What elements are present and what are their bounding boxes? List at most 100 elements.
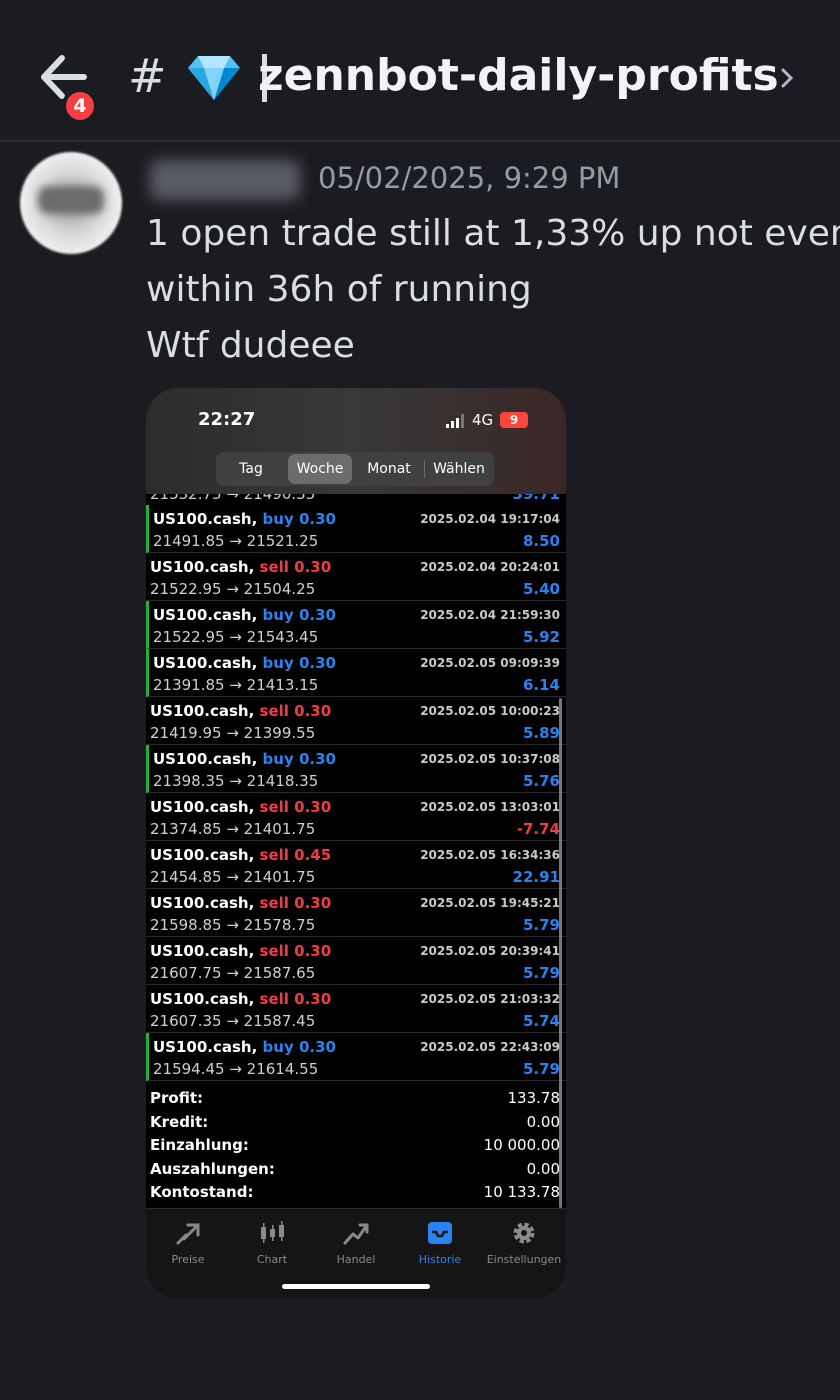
home-indicator[interactable] [282,1284,430,1289]
trade-profit: -7.74 [516,820,560,838]
trade-prices: 21454.85 → 21401.75 [150,868,316,886]
trade-symbol: US100.cash, sell 0.45 [150,846,332,864]
trade-symbol: US100.cash, buy 0.30 [153,510,336,528]
summary-value: 133.78 [507,1089,561,1107]
author-name-redacted[interactable] [150,160,300,200]
scrollbar[interactable] [559,698,562,1208]
trade-symbol: US100.cash, buy 0.30 [153,654,336,672]
inbox-icon [428,1222,452,1244]
summary-value: 0.00 [526,1112,560,1131]
trade-row[interactable]: US100.cash, sell 0.30 21598.85 → 21578.75… [146,889,566,937]
trade-row[interactable]: US100.cash, buy 0.30 21522.95 → 21543.45 2… [146,601,566,649]
trade-volume: 0.30 [294,894,332,912]
tab-handel[interactable]: Handel [314,1215,398,1275]
trade-row[interactable]: US100.cash, buy 0.30 21398.35 → 21418.35 2… [146,745,566,793]
candlestick-icon [261,1221,284,1243]
message-line-3: Wtf dudeee [146,325,355,366]
trade-date: 2025.02.05 13:03:01 [420,800,560,814]
trade-volume: 0.30 [298,750,336,768]
trade-volume: 0.45 [294,846,332,864]
trade-side: sell [259,702,289,720]
tab-einstellungen[interactable]: Einstellungen [482,1215,566,1275]
trade-profit: 5.74 [522,1012,560,1030]
trade-profit: 5.76 [522,772,560,790]
summary-label: Einzahlung: [150,1136,249,1154]
trade-side: sell [259,942,289,960]
summary-value: 0.00 [526,1159,560,1178]
segment-woche[interactable]: Woche [288,454,352,484]
trade-side: buy [262,606,294,624]
trade-side: sell [259,846,289,864]
trade-date: 2025.02.04 21:59:30 [420,608,560,622]
trade-row[interactable]: US100.cash, sell 0.30 21374.85 → 21401.75… [146,793,566,841]
segment-waehlen[interactable]: Wählen [426,454,492,484]
tab-preise[interactable]: Preise [146,1215,230,1275]
trade-symbol: US100.cash, sell 0.30 [150,894,332,912]
trade-row[interactable]: US100.cash, buy 0.30 21391.85 → 21413.15 2… [146,649,566,697]
channel-header: 4 # zennbot-daily-profits [0,0,840,142]
message-line-1: 1 open trade still at 1,33% up not even [146,213,840,254]
trade-symbol: US100.cash, buy 0.30 [153,1038,336,1056]
summary-label: Auszahlungen: [150,1159,275,1178]
segment-tag[interactable]: Tag [220,454,282,484]
trade-side: buy [262,510,294,528]
summary-label: Kontostand: [150,1183,254,1201]
trade-volume: 0.30 [298,1038,336,1056]
trade-prices: 21607.75 → 21587.65 [150,964,316,982]
trade-row[interactable]: US100.cash, sell 0.30 21522.95 → 21504.25… [146,553,566,601]
status-time: 22:27 [198,409,256,430]
trade-prices: 21522.95 → 21543.45 [153,628,319,646]
trade-prices: 21374.85 → 21401.75 [150,820,316,838]
tab-chart[interactable]: Chart [230,1215,314,1275]
trade-volume: 0.30 [294,798,332,816]
trade-history-list: US100.cash, buy 0.30 21491.85 → 21521.25 2… [146,505,566,1081]
message-timestamp: 05/02/2025, 9:29 PM [318,161,621,195]
chevron-right-icon[interactable] [778,60,798,96]
trade-row[interactable]: US100.cash, buy 0.30 21491.85 → 21521.25 2… [146,505,566,553]
back-button[interactable]: 4 [38,52,98,124]
trade-volume: 0.30 [294,942,332,960]
summary-label: Profit: [150,1089,203,1107]
segment-monat[interactable]: Monat [358,454,420,484]
trade-side: buy [262,1038,294,1056]
trade-side: sell [259,894,289,912]
trade-date: 2025.02.05 20:39:41 [420,944,560,958]
trade-row[interactable]: US100.cash, sell 0.30 21607.75 → 21587.65… [146,937,566,985]
summary-row: Kontostand: 10 133.78 [146,1180,566,1204]
trade-profit: 5.40 [522,580,560,598]
trade-profit: 5.79 [522,916,560,934]
gear-icon [513,1222,535,1244]
trade-prices: 21598.85 → 21578.75 [150,916,316,934]
trade-volume: 0.30 [294,558,332,576]
network-type: 4G [472,411,494,429]
gem-icon [188,56,240,100]
trade-volume: 0.30 [298,654,336,672]
trade-prices: 21491.85 → 21521.25 [153,532,319,550]
trade-row[interactable]: US100.cash, buy 0.30 21594.45 → 21614.55 2… [146,1033,566,1081]
trade-symbol: US100.cash, sell 0.30 [150,558,332,576]
trade-side: buy [262,750,294,768]
trade-symbol: US100.cash, sell 0.30 [150,702,332,720]
trade-symbol: US100.cash, sell 0.30 [150,942,332,960]
trade-prices: 21522.95 → 21504.25 [150,580,316,598]
trade-row[interactable]: US100.cash, sell 0.30 21419.95 → 21399.55… [146,697,566,745]
summary-value: 10 000.00 [483,1136,560,1154]
trade-row[interactable]: US100.cash, sell 0.45 21454.85 → 21401.75… [146,841,566,889]
trade-volume: 0.30 [294,702,332,720]
summary-value: 10 133.78 [483,1183,560,1201]
trade-profit: 6.14 [522,676,560,694]
tab-historie[interactable]: Historie [398,1215,482,1275]
unread-badge: 4 [62,88,98,124]
trade-row[interactable]: US100.cash, sell 0.30 21607.35 → 21587.45… [146,985,566,1033]
trade-side: buy [262,654,294,672]
trade-profit: 5.89 [522,724,560,742]
trade-side: sell [259,558,289,576]
trade-profit: 5.79 [522,1060,560,1078]
trade-prices: 21419.95 → 21399.55 [150,724,316,742]
trade-volume: 0.30 [298,510,336,528]
trade-date: 2025.02.05 21:03:32 [420,992,560,1006]
channel-name[interactable]: zennbot-daily-profits [258,46,779,106]
trade-symbol: US100.cash, sell 0.30 [150,990,332,1008]
attached-image[interactable]: 22:27 4G 9 Tag Woche Monat Wählen 21532.… [146,388,566,1298]
trade-date: 2025.02.05 22:43:09 [420,1040,560,1054]
